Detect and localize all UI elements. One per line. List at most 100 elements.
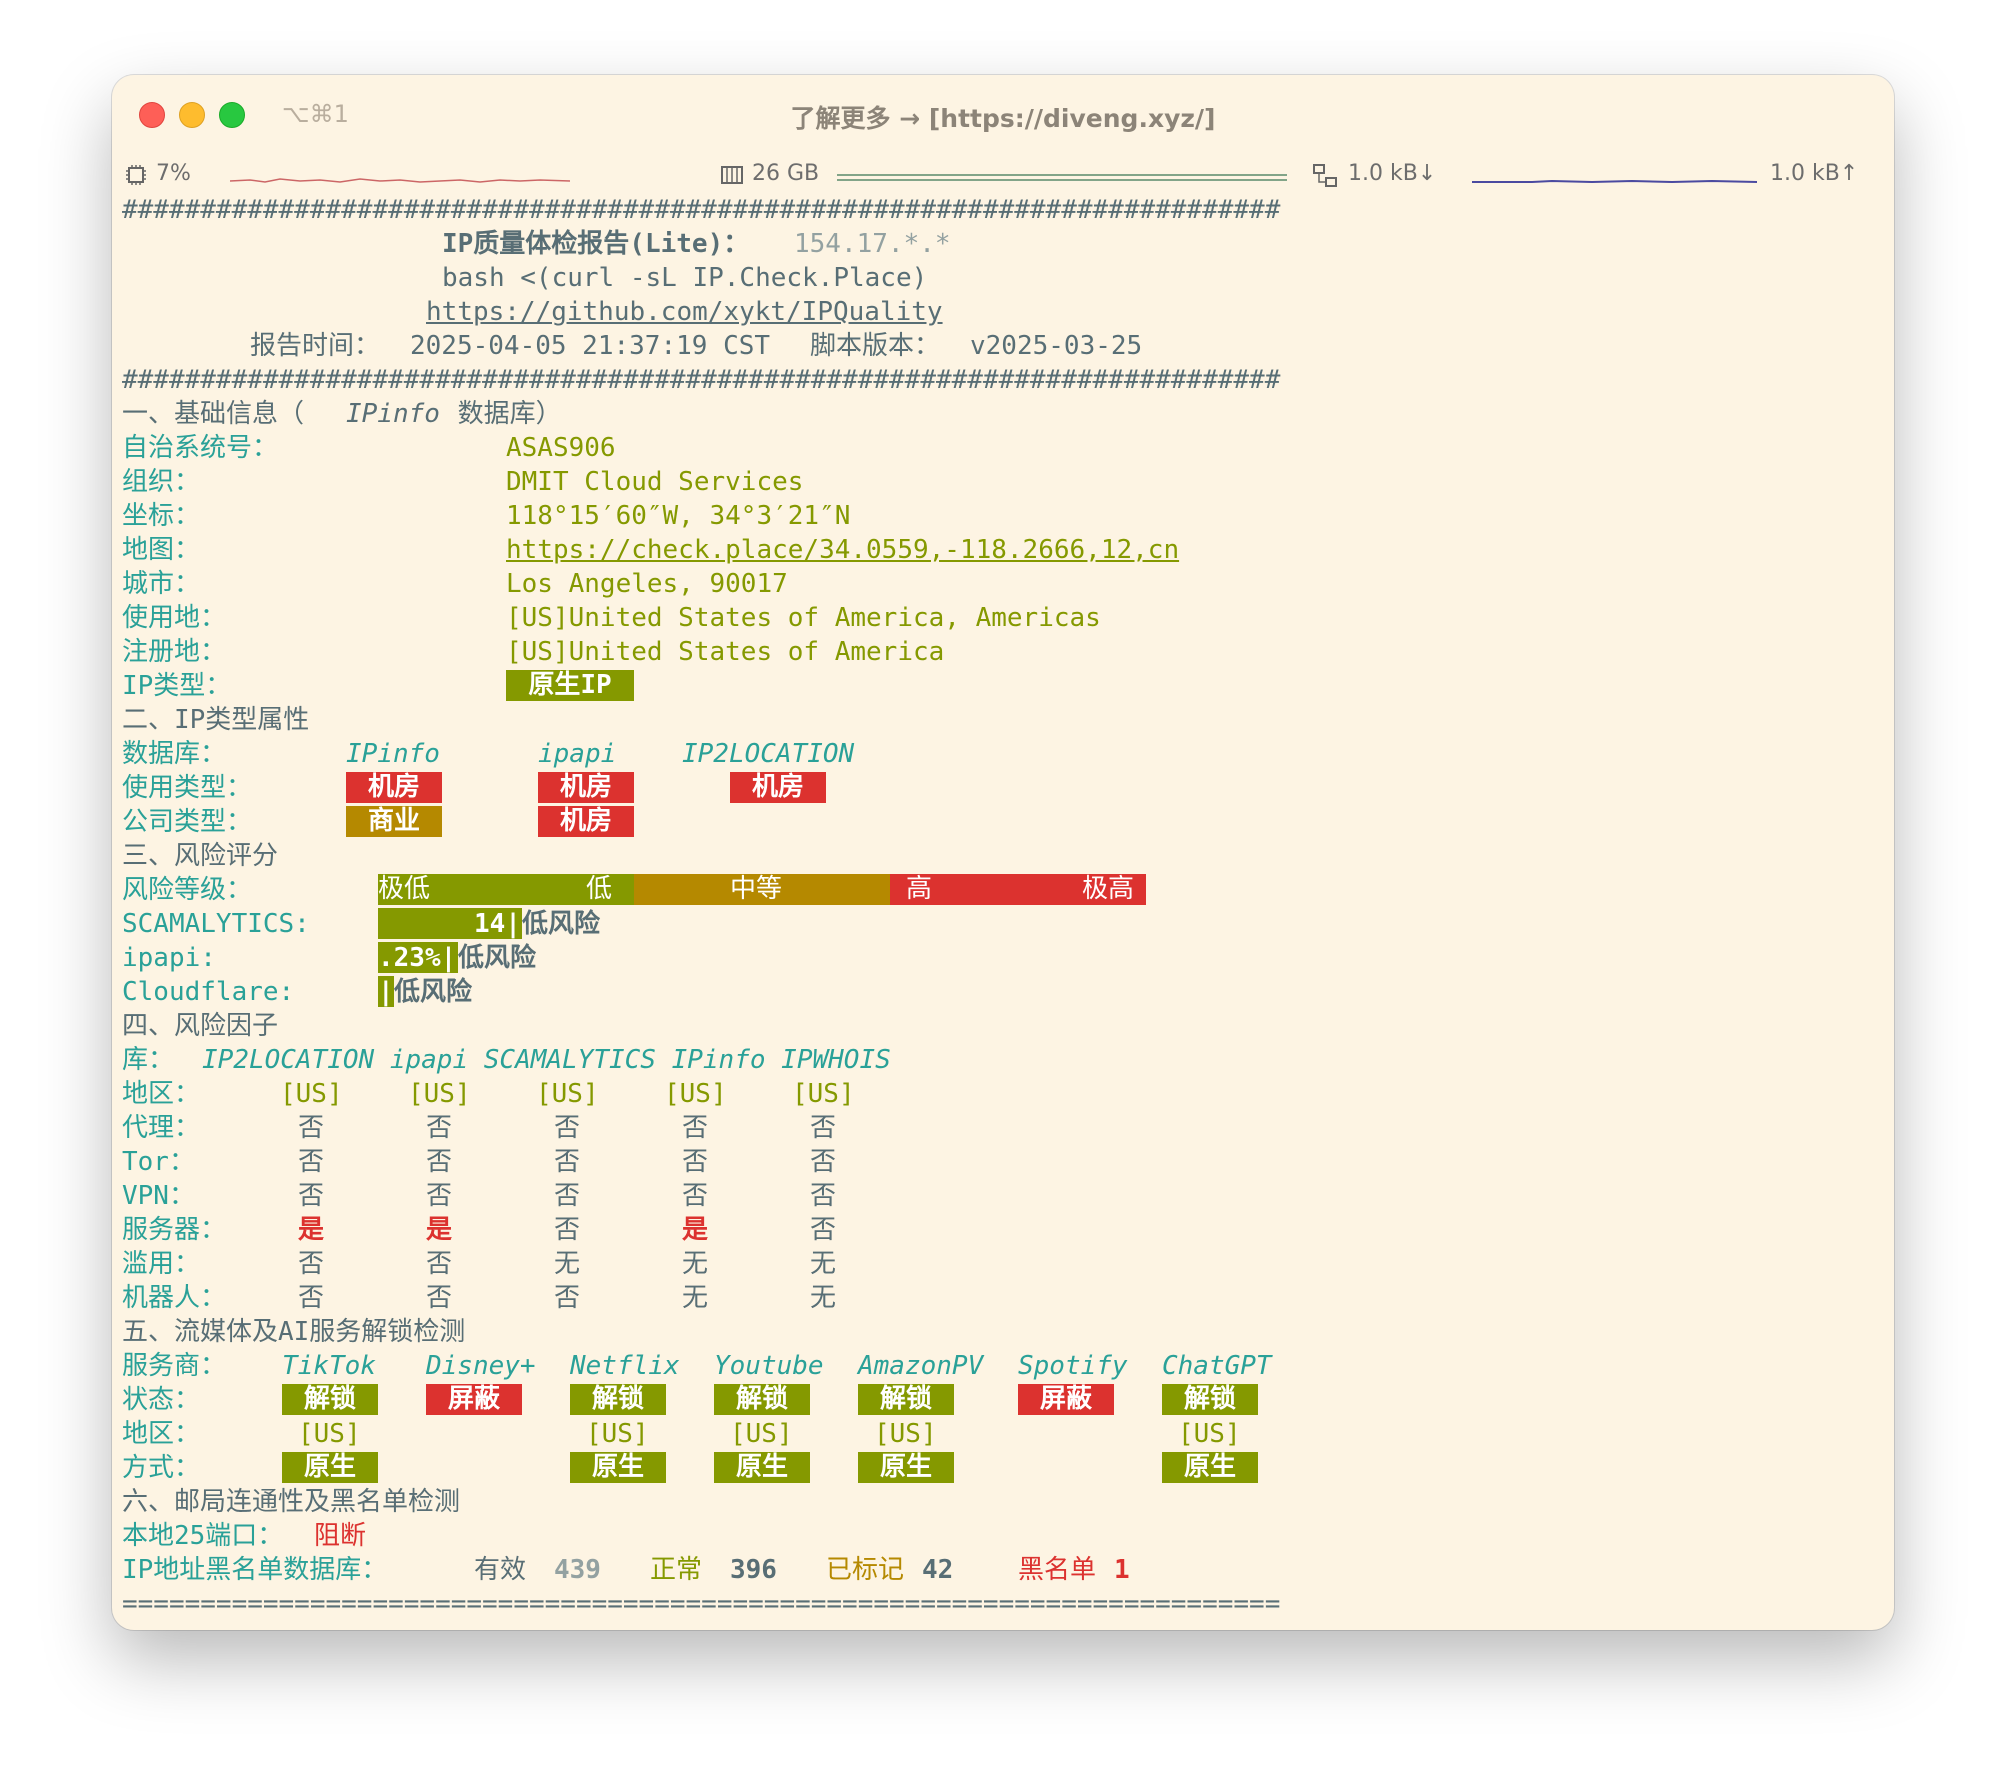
media-method-badge: 原生 xyxy=(570,1452,666,1483)
media-service-name: Spotify xyxy=(1018,1351,1128,1381)
ipapi-risk-row: ipapi: .23%| 低风险 xyxy=(122,941,536,975)
ipapi-risk-text: 低风险 xyxy=(458,943,537,973)
report-title-line: IP质量体检报告(Lite)： 154.17.*.* xyxy=(122,227,951,261)
footer-rule: ========================================… xyxy=(122,1589,1281,1619)
blacklist-valid-count: 439 xyxy=(554,1555,601,1585)
report-title: IP质量体检报告(Lite)： xyxy=(442,229,750,259)
factors-db-label: 库： xyxy=(122,1045,175,1075)
risk-factor-value: 无 xyxy=(810,1249,837,1279)
scamalytics-score: 14| xyxy=(474,909,521,939)
blacklist-valid-label: 有效 xyxy=(474,1555,527,1585)
ip-type-label: IP类型： xyxy=(122,671,232,701)
risk-factor-value: 无 xyxy=(554,1249,581,1279)
cloudflare-risk-score: | xyxy=(378,977,394,1007)
network-up: 1.0 kB↑ xyxy=(1770,161,1859,186)
risk-factor-value: 否 xyxy=(554,1181,581,1211)
scamalytics-label: SCAMALYTICS: xyxy=(122,909,310,939)
ip-type-row: IP类型： 原生IP xyxy=(122,669,634,703)
basic-info-label: 注册地： xyxy=(122,637,227,667)
basic-info-value: DMIT Cloud Services xyxy=(506,467,804,497)
media-region-label: 地区： xyxy=(122,1419,201,1449)
types-db-row: 数据库： IPinfo ipapi IP2LOCATION xyxy=(122,737,854,771)
media-region-value: [US] xyxy=(1178,1419,1241,1449)
risk-factor-value: [US] xyxy=(664,1079,727,1109)
basic-info-label: 地图： xyxy=(122,535,201,565)
company-badge-ipinfo: 商业 xyxy=(346,806,442,837)
command-line: bash <(curl -sL IP.Check.Place) xyxy=(122,261,927,295)
risk-factor-value: [US] xyxy=(536,1079,599,1109)
risk-factor-value: 否 xyxy=(298,1249,325,1279)
ipapi-risk-label: ipapi: xyxy=(122,943,216,973)
memory-icon xyxy=(721,166,743,184)
cloudflare-risk-text: 低风险 xyxy=(394,977,473,1007)
risk-factor-label: 服务器： xyxy=(122,1215,227,1245)
basic-info-value: 118°15′60″W, 34°3′21″N xyxy=(506,501,851,531)
media-region-value: [US] xyxy=(874,1419,937,1449)
section-media-heading: 五、流媒体及AI服务解锁检测 xyxy=(122,1317,466,1347)
report-time: 2025-04-05 21:37:19 CST xyxy=(410,331,771,361)
risk-factor-value: 否 xyxy=(554,1113,581,1143)
ip-type-badge: 原生IP xyxy=(506,670,634,701)
blacklist-label: IP地址黑名单数据库： xyxy=(122,1555,388,1585)
header-rule-top: ########################################… xyxy=(122,195,1281,225)
risk-level-label: 风险等级： xyxy=(122,875,253,905)
risk-factor-value: 否 xyxy=(554,1283,581,1313)
risk-level-very-high: 极高 xyxy=(1082,874,1135,904)
risk-factor-value: 无 xyxy=(682,1283,709,1313)
risk-factor-label: 机器人： xyxy=(122,1283,227,1313)
factors-db-row: 库： IP2LOCATION ipapi SCAMALYTICS IPinfo … xyxy=(122,1043,891,1077)
media-method-badge: 原生 xyxy=(714,1452,810,1483)
repo-link[interactable]: https://github.com/xykt/IPQuality xyxy=(426,295,943,329)
map-link[interactable]: https://check.place/34.0559,-118.2666,12… xyxy=(506,533,1179,567)
media-service-name: Disney+ xyxy=(426,1351,536,1381)
window-title[interactable]: 了解更多 → [https://diveng.xyz/] xyxy=(112,99,1894,135)
risk-factor-value: 否 xyxy=(298,1283,325,1313)
section-factors-heading: 四、风险因子 xyxy=(122,1011,279,1041)
blacklist-normal-count: 396 xyxy=(730,1555,777,1585)
risk-scale-bar: 极低 低 中等 高 极高 xyxy=(378,874,1146,905)
risk-factor-value: 否 xyxy=(426,1147,453,1177)
script-version-label: 脚本版本： xyxy=(810,331,941,361)
basic-info-label: 组织： xyxy=(122,467,201,497)
types-db-label: 数据库： xyxy=(122,739,227,769)
cpu-usage: 7% xyxy=(156,161,191,186)
risk-level-medium: 中等 xyxy=(730,874,783,904)
risk-factor-value: 否 xyxy=(554,1147,581,1177)
risk-factor-value: 否 xyxy=(810,1147,837,1177)
risk-factor-value: 否 xyxy=(810,1215,837,1245)
company-badge-ipapi: 机房 xyxy=(538,806,634,837)
media-status-badge: 解锁 xyxy=(570,1384,666,1415)
smtp-port-label: 本地25端口： xyxy=(122,1521,284,1551)
cpu-sparkline xyxy=(230,178,570,183)
risk-factor-label: 滥用： xyxy=(122,1249,201,1279)
risk-factor-value: 否 xyxy=(682,1181,709,1211)
basic-info-label: 城市： xyxy=(122,569,201,599)
basic-info-label: 自治系统号： xyxy=(122,433,279,463)
company-type-row: 公司类型： 商业 机房 xyxy=(122,805,634,839)
risk-factor-value: 否 xyxy=(426,1181,453,1211)
risk-factor-label: 代理： xyxy=(122,1113,201,1143)
risk-factor-value: 无 xyxy=(682,1249,709,1279)
blacklist-marked-label: 已标记 xyxy=(826,1555,905,1585)
usage-badge-ipinfo: 机房 xyxy=(346,772,442,803)
types-db-ipapi: ipapi xyxy=(538,739,617,769)
risk-factor-value: [US] xyxy=(280,1079,343,1109)
media-region-value: [US] xyxy=(730,1419,793,1449)
blacklist-normal-label: 正常 xyxy=(650,1555,703,1585)
media-status-badge: 解锁 xyxy=(282,1384,378,1415)
cloudflare-risk-row: Cloudflare: | 低风险 xyxy=(122,975,472,1009)
media-status-badge: 解锁 xyxy=(858,1384,954,1415)
risk-factor-value: 否 xyxy=(426,1283,453,1313)
terminal-window: ⌥⌘1 了解更多 → [https://diveng.xyz/] 7% 26 G… xyxy=(112,75,1894,1630)
media-service-name: TikTok xyxy=(282,1351,376,1381)
risk-factor-value: 否 xyxy=(298,1181,325,1211)
usage-type-label: 使用类型： xyxy=(122,773,253,803)
risk-factor-value: 否 xyxy=(426,1113,453,1143)
cpu-icon xyxy=(126,165,146,185)
media-service-name: Netflix xyxy=(570,1351,680,1381)
blacklist-black-count: 1 xyxy=(1114,1555,1130,1585)
media-service-name: Youtube xyxy=(714,1351,824,1381)
basic-info-value: Los Angeles, 90017 xyxy=(506,569,788,599)
factors-db-list: IP2LOCATION ipapi SCAMALYTICS IPinfo IPW… xyxy=(202,1045,891,1075)
media-method-badge: 原生 xyxy=(282,1452,378,1483)
